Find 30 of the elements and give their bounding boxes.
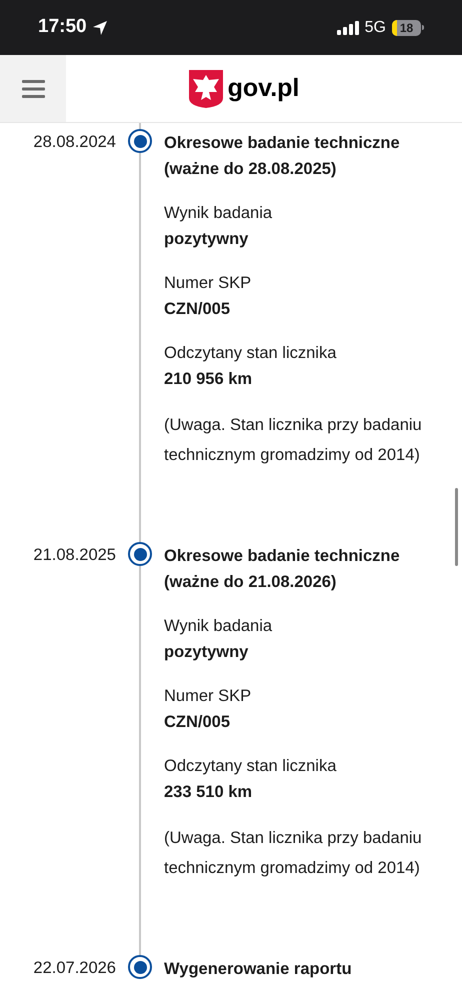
signal-icon xyxy=(336,20,359,34)
odometer-note: (Uwaga. Stan licznika przy badaniu technicznym gromadzimy od 2014) xyxy=(164,828,423,879)
field-value: CZN/005 xyxy=(164,712,232,733)
odometer-note: (Uwaga. Stan licznika przy badaniu technicznym gromadzimy od 2014) xyxy=(164,415,423,466)
status-time: 17:50 xyxy=(38,15,87,40)
event-title: Okresowe badanie techniczne xyxy=(164,133,401,154)
field-value: pozytywny xyxy=(164,642,250,663)
field-label: Odczytany stan licznika xyxy=(164,343,338,364)
event-date: 22.07.2026 xyxy=(32,958,116,979)
logo-text: gov.pl xyxy=(228,72,300,104)
field-value: 210 956 km xyxy=(164,369,254,390)
event-title: Wygenerowanie raportu xyxy=(164,959,353,980)
menu-button[interactable] xyxy=(0,55,66,122)
field-label: Wynik badania xyxy=(164,203,274,224)
network-label: 5G xyxy=(364,18,386,38)
location-arrow-icon xyxy=(92,20,108,36)
field-value: pozytywny xyxy=(164,229,250,250)
event-title: Okresowe badanie techniczne xyxy=(164,546,401,567)
event-title: (ważne do 21.08.2026) xyxy=(164,572,338,593)
menu-icon xyxy=(22,80,44,98)
event-title: (ważne do 28.08.2025) xyxy=(164,159,338,180)
event-date: 21.08.2025 xyxy=(32,545,116,566)
battery-icon: 18 xyxy=(392,20,424,36)
field-label: Numer SKP xyxy=(164,686,252,707)
field-value: 233 510 km xyxy=(164,782,254,803)
event-date: 28.08.2024 xyxy=(32,132,116,153)
field-value: CZN/005 xyxy=(164,299,232,320)
field-label: Numer SKP xyxy=(164,273,252,294)
field-label: Odczytany stan licznika xyxy=(164,756,338,777)
field-label: Wynik badania xyxy=(164,616,274,637)
